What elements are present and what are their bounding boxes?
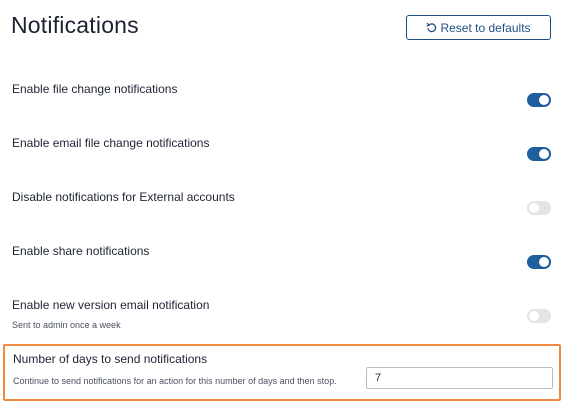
setting-label: Enable file change notifications [12, 82, 178, 96]
email-file-change-notifications-toggle[interactable] [527, 147, 551, 161]
toggle-knob [529, 203, 539, 213]
days-input[interactable] [366, 367, 553, 389]
days-to-send-section: Number of days to send notifications Con… [3, 344, 561, 401]
share-notifications-toggle[interactable] [527, 255, 551, 269]
reset-button-label: Reset to defaults [440, 20, 531, 35]
toggle-knob [539, 95, 549, 105]
rotate-ccw-icon [426, 22, 437, 33]
toggle-knob [539, 149, 549, 159]
reset-to-defaults-button[interactable]: Reset to defaults [406, 15, 551, 40]
toggle-knob [529, 311, 539, 321]
setting-description: Sent to admin once a week [12, 320, 121, 330]
setting-label: Enable email file change notifications [12, 136, 210, 150]
setting-label: Enable new version email notification [12, 298, 210, 312]
toggle-knob [539, 257, 549, 267]
days-description: Continue to send notifications for an ac… [13, 376, 337, 386]
external-accounts-notifications-toggle[interactable] [527, 201, 551, 215]
new-version-email-notification-toggle[interactable] [527, 309, 551, 323]
setting-label: Enable share notifications [12, 244, 150, 258]
setting-label: Disable notifications for External accou… [12, 190, 235, 204]
page-title: Notifications [11, 12, 139, 38]
file-change-notifications-toggle[interactable] [527, 93, 551, 107]
days-label: Number of days to send notifications [13, 352, 208, 366]
